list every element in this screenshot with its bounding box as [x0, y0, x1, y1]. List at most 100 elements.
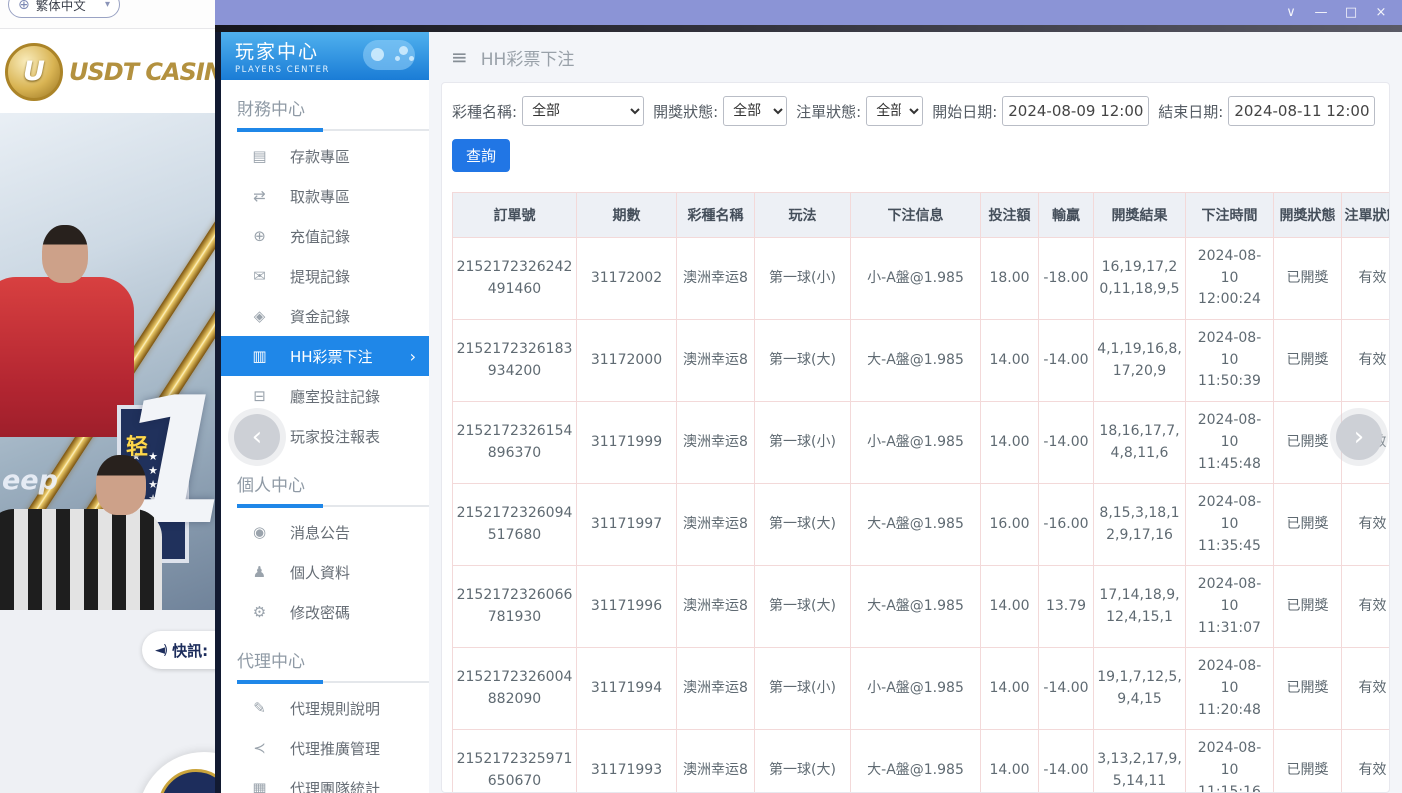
sidebar-item-label: 資金記錄 [290, 306, 350, 327]
cell-3: 第一球(大) [755, 566, 851, 648]
carousel-prev-button[interactable]: ‹ [234, 414, 280, 460]
sidebar-item-withdrawal-records[interactable]: ✉提現記錄 [221, 256, 429, 296]
cell-5: 14.00 [981, 648, 1039, 730]
sidebar-item-label: 代理團隊統計 [290, 778, 380, 793]
cell-1: 31171999 [577, 402, 677, 484]
cell-7: 19,1,7,12,5,9,4,15 [1094, 648, 1186, 730]
sidebar-item-funds-records[interactable]: ◈資金記錄 [221, 296, 429, 336]
cell-8: 2024-08-10 11:31:07 [1186, 566, 1274, 648]
table-row: 215217232600488209031171994澳洲幸运8第一球(小)小-… [453, 648, 1391, 730]
column-header-5: 投注額 [981, 193, 1039, 238]
cell-7: 4,1,19,16,8,17,20,9 [1094, 320, 1186, 402]
cell-9: 已開獎 [1274, 484, 1342, 566]
language-selector[interactable]: ⊕ 繁体中文 ▾ [8, 0, 120, 18]
order-status-select[interactable]: 全部 [866, 96, 923, 126]
cell-9: 已開獎 [1274, 238, 1342, 320]
language-label: 繁体中文 [36, 0, 86, 14]
deposit-card-icon: ▤ [250, 147, 269, 165]
cell-3: 第一球(小) [755, 402, 851, 484]
news-ticker[interactable]: ◄) 快訊: [142, 631, 215, 669]
site-logo[interactable]: U USDT CASINO [0, 29, 215, 114]
cell-3: 第一球(小) [755, 648, 851, 730]
cell-9: 已開獎 [1274, 648, 1342, 730]
column-header-10: 注單狀態 [1342, 193, 1391, 238]
sidebar-item-announcements[interactable]: ◉消息公告 [221, 512, 429, 552]
window-maximize-button[interactable]: □ [1336, 0, 1366, 25]
player-head [42, 225, 88, 283]
sidebar-item-recharge-records[interactable]: ⊕充值記錄 [221, 216, 429, 256]
speaker-icon: ◄) [155, 643, 166, 658]
main-content: ≡ HH彩票下注 彩種名稱:全部開獎狀態:全部注單狀態:全部開始日期:結束日期:… [429, 32, 1402, 793]
cell-6: -14.00 [1039, 648, 1094, 730]
carousel-next-button[interactable]: › [1336, 414, 1382, 460]
cell-0: 2152172326183934200 [453, 320, 577, 402]
sidebar-item-agent-promotion[interactable]: ≺代理推廣管理 [221, 728, 429, 768]
section-header-finance-center: 財務中心 [221, 80, 429, 129]
chevron-right-icon: › [1354, 422, 1364, 452]
cell-9: 已開獎 [1274, 566, 1342, 648]
cell-1: 31172000 [577, 320, 677, 402]
sidebar-item-personal-profile[interactable]: ♟個人資料 [221, 552, 429, 592]
cell-6: 13.79 [1039, 566, 1094, 648]
column-header-3: 玩法 [755, 193, 851, 238]
sidebar-item-label: 取款專區 [290, 186, 350, 207]
cell-8: 2024-08-10 12:00:24 [1186, 238, 1274, 320]
sidebar-item-label: 廳室投註記錄 [290, 386, 380, 407]
sidebar-item-change-password[interactable]: ⚙修改密碼 [221, 592, 429, 632]
window-body: 玩家中心 PLAYERS CENTER 財務中心 ▤存款專區⇄取款專區⊕充值記錄✉… [215, 32, 1402, 793]
cell-8: 2024-08-10 11:35:45 [1186, 484, 1274, 566]
banner-text-fragment: eep [2, 465, 58, 496]
chevron-left-icon: ‹ [252, 422, 262, 452]
bets-table: 訂單號期數彩種名稱玩法下注信息投注額輸贏開獎結果下注時間開獎狀態注單狀態 215… [452, 192, 1390, 793]
end-date-input[interactable] [1228, 96, 1375, 126]
sidebar-item-deposit-zone[interactable]: ▤存款專區 [221, 136, 429, 176]
cell-4: 大-A盤@1.985 [851, 566, 981, 648]
sidebar-item-agent-team-stats[interactable]: ▦代理團隊統計 [221, 768, 429, 793]
sidebar-item-label: 代理推廣管理 [290, 738, 380, 759]
table-row: 215217232609451768031171997澳洲幸运8第一球(大)大-… [453, 484, 1391, 566]
order-status-label: 注單狀態: [796, 101, 861, 122]
cell-7: 18,16,17,7,4,8,11,6 [1094, 402, 1186, 484]
sidebar-header: 玩家中心 PLAYERS CENTER [221, 32, 429, 80]
player-head [96, 455, 146, 515]
cell-8: 2024-08-10 11:20:48 [1186, 648, 1274, 730]
cell-10: 有效 [1342, 648, 1391, 730]
cell-5: 14.00 [981, 320, 1039, 402]
globe-icon: ⊕ [18, 0, 30, 12]
window-minimize-button[interactable]: — [1306, 0, 1336, 25]
cell-6: -14.00 [1039, 402, 1094, 484]
cell-1: 31171993 [577, 730, 677, 793]
cell-4: 大-A盤@1.985 [851, 320, 981, 402]
sidebar-item-hh-lottery-bets[interactable]: ▥HH彩票下注› [221, 336, 429, 376]
end-date-filter: 結束日期: [1158, 96, 1375, 126]
cell-4: 小-A盤@1.985 [851, 238, 981, 320]
start-date-input[interactable] [1002, 96, 1149, 126]
cell-0: 2152172326094517680 [453, 484, 577, 566]
lottery-name-select[interactable]: 全部 [522, 96, 644, 126]
draw-status-select[interactable]: 全部 [723, 96, 787, 126]
sidebar-item-room-bet-records[interactable]: ⊟ 廳室投註記錄 [221, 376, 429, 416]
cell-0: 2152172326242491460 [453, 238, 577, 320]
sidebar-item-label: 修改密碼 [290, 602, 350, 623]
site-topbar: ⊕ 繁体中文 ▾ [0, 0, 215, 29]
window-chevron-down-button[interactable]: ∨ [1276, 0, 1306, 25]
column-header-9: 開獎狀態 [1274, 193, 1342, 238]
sidebar-item-label: HH彩票下注 [290, 346, 373, 367]
section-header-agent-center: 代理中心 [221, 632, 429, 681]
room-list-icon: ⊟ [250, 387, 269, 405]
banner-text-fragment: 轻 [126, 429, 148, 461]
cell-10: 有效 [1342, 566, 1391, 648]
cell-3: 第一球(大) [755, 730, 851, 793]
sidebar-item-agent-rules[interactable]: ✎代理規則說明 [221, 688, 429, 728]
window-close-button[interactable]: × [1366, 0, 1396, 25]
cell-0: 2152172326066781930 [453, 566, 577, 648]
hamburger-menu-icon[interactable]: ≡ [451, 45, 468, 69]
cell-1: 31171996 [577, 566, 677, 648]
cell-1: 31171994 [577, 648, 677, 730]
site-background: ⊕ 繁体中文 ▾ U USDT CASINO ★★★★★★★★★★★★★★★ 1… [0, 0, 215, 793]
ticker-label: 快訊: [172, 640, 208, 661]
sidebar-item-withdraw-zone[interactable]: ⇄取款專區 [221, 176, 429, 216]
promo-banner: ★★★★★★★★★★★★★★★ 1 eep 轻 [0, 113, 215, 610]
cell-2: 澳洲幸运8 [677, 402, 755, 484]
query-button[interactable]: 查詢 [452, 139, 510, 172]
